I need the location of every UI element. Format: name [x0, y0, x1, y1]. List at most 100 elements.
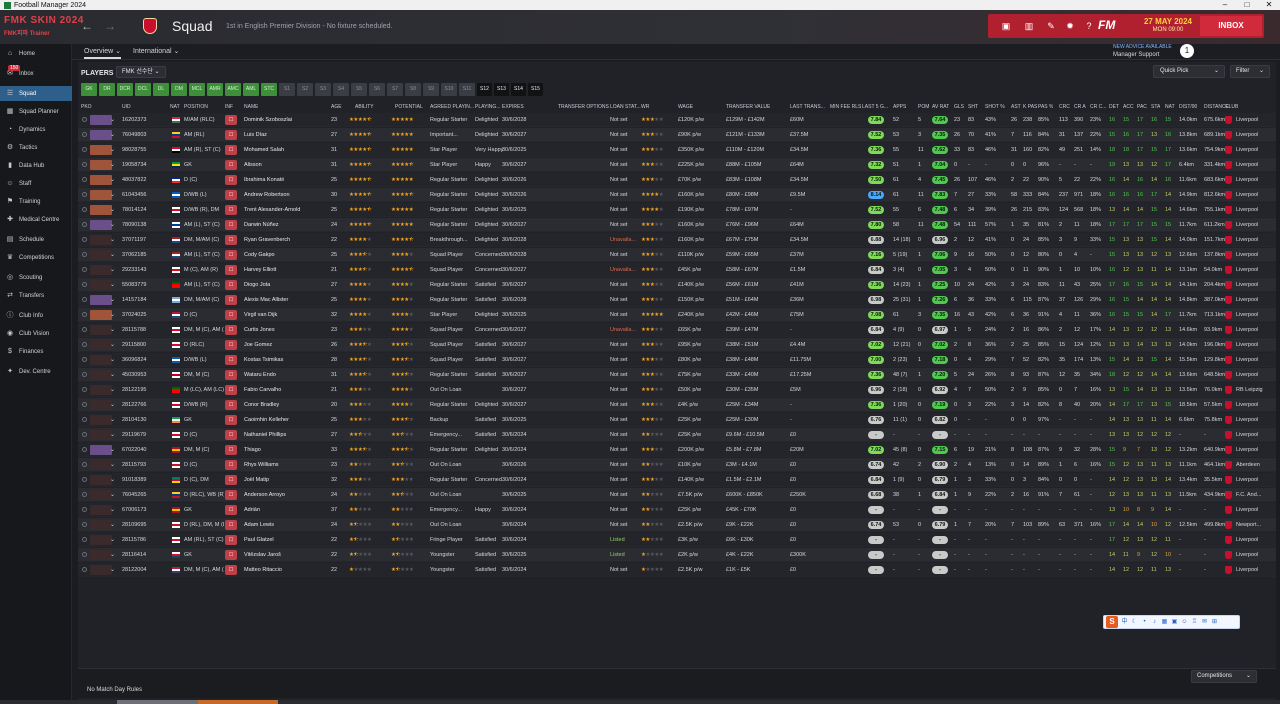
- pko-role-badge[interactable]: [90, 385, 112, 395]
- cell-name[interactable]: Luis Díaz: [244, 132, 330, 140]
- column-header-expires[interactable]: EXPIRES: [502, 104, 524, 110]
- chevron-down-icon[interactable]: ⌄: [110, 491, 115, 498]
- column-header-last-trans[interactable]: LAST TRANS...: [790, 104, 825, 110]
- pko-role-badge[interactable]: [90, 490, 112, 500]
- cell-name[interactable]: Ryan Gravenberch: [244, 237, 330, 245]
- sidebar-item-home[interactable]: ⌂ Home: [0, 46, 72, 61]
- chevron-down-icon[interactable]: ⌄: [110, 191, 115, 198]
- column-header-transfer-options[interactable]: TRANSFER OPTIONS: [558, 104, 609, 110]
- select-row-radio[interactable]: [82, 357, 87, 362]
- chevron-down-icon[interactable]: ⌄: [110, 326, 115, 333]
- sidebar-item-training[interactable]: ⚑ Training: [0, 194, 72, 209]
- info-icon[interactable]: ☐: [225, 565, 237, 575]
- position-chip-s1[interactable]: S1: [279, 83, 295, 96]
- pko-role-badge[interactable]: [90, 445, 112, 455]
- chevron-down-icon[interactable]: ⌄: [110, 416, 115, 423]
- cell-name[interactable]: Nathaniel Phillips: [244, 432, 330, 440]
- filter-button[interactable]: Filter ⌄: [1230, 65, 1270, 78]
- position-chip-aml[interactable]: AML: [243, 83, 259, 96]
- position-chip-s9[interactable]: S9: [423, 83, 439, 96]
- cell-name[interactable]: Joël Matip: [244, 477, 330, 485]
- close-window-button[interactable]: ✕: [1258, 0, 1280, 10]
- table-row[interactable]: ⌄☐28115788DM, M (C), AM (C)Curtis Jones2…: [78, 323, 1276, 337]
- column-header-cr-a[interactable]: CR A: [1074, 104, 1086, 110]
- position-chip-dcl[interactable]: DCL: [135, 83, 151, 96]
- table-row[interactable]: ⌄ ☐ 61043456 D/WB (L) Andrew Robertson 30 ★★★★…: [78, 188, 1276, 202]
- cell-name[interactable]: Adam Lewis: [244, 522, 330, 530]
- table-row[interactable]: ⌄ ☐ 29233143 M (C), AM (R) Harvey Elliott 21 ★…: [78, 263, 1276, 277]
- cell-name[interactable]: Diogo Jota: [244, 282, 330, 290]
- sidebar-item-staff[interactable]: ☺ Staff: [0, 176, 72, 191]
- column-header-wr[interactable]: WR: [641, 104, 649, 110]
- column-header-acc[interactable]: ACC: [1123, 104, 1134, 110]
- table-row[interactable]: ⌄ ☐ 98028755 AM (R), ST (C) Mohamed Salah 31 ★…: [78, 143, 1276, 157]
- cell-name[interactable]: Vitězslav Jaroš: [244, 552, 330, 560]
- cell-name[interactable]: Andrew Robertson: [244, 192, 330, 200]
- position-chip-s13[interactable]: S13: [494, 83, 509, 96]
- chevron-down-icon[interactable]: ⌄: [110, 506, 115, 513]
- select-row-radio[interactable]: [82, 207, 87, 212]
- column-header-position[interactable]: POSITION: [184, 104, 208, 110]
- info-icon[interactable]: ☐: [225, 205, 237, 215]
- position-chip-amr[interactable]: AMR: [207, 83, 223, 96]
- forward-arrow-icon[interactable]: →: [103, 19, 117, 33]
- column-header-nat[interactable]: NAT: [170, 104, 180, 110]
- select-row-radio[interactable]: [82, 192, 87, 197]
- calendar-icon[interactable]: ▣: [1000, 20, 1012, 32]
- sidebar-item-medical-centre[interactable]: ✚ Medical Centre: [0, 212, 72, 227]
- info-icon[interactable]: ☐: [225, 310, 237, 320]
- layout-icon[interactable]: ▥: [1023, 20, 1035, 32]
- cell-name[interactable]: Mohamed Salah: [244, 147, 330, 155]
- person-icon[interactable]: ☺: [1181, 619, 1188, 626]
- column-header-crc[interactable]: CRC: [1059, 104, 1070, 110]
- cell-name[interactable]: Darwin Núñez: [244, 222, 330, 230]
- pko-role-badge[interactable]: [90, 295, 112, 305]
- info-icon[interactable]: ☐: [225, 130, 237, 140]
- info-icon[interactable]: ☐: [225, 430, 237, 440]
- mic-icon[interactable]: ♪: [1151, 619, 1158, 626]
- pko-role-badge[interactable]: [90, 550, 112, 560]
- position-chip-s3[interactable]: S3: [315, 83, 331, 96]
- pko-role-badge[interactable]: [90, 235, 112, 245]
- inbox-continue-button[interactable]: INBOX: [1200, 16, 1262, 36]
- select-row-radio[interactable]: [82, 402, 87, 407]
- chevron-down-icon[interactable]: ⌄: [110, 206, 115, 213]
- column-header-club[interactable]: CLUB: [1225, 104, 1238, 110]
- keyboard-icon[interactable]: ▦: [1161, 619, 1168, 626]
- pko-role-badge[interactable]: [90, 130, 112, 140]
- table-row[interactable]: ⌄ ☐ 37062185 AM (L), ST (C) Cody Gakpo 25 ★★★⯪…: [78, 248, 1276, 262]
- manager-support-link[interactable]: Manager Support: [1113, 52, 1159, 58]
- column-header-sht[interactable]: SHT: [968, 104, 978, 110]
- cell-name[interactable]: Alexis Mac Allister: [244, 297, 330, 305]
- column-header-pas[interactable]: PAS %: [1038, 104, 1053, 110]
- position-chip-s6[interactable]: S6: [369, 83, 385, 96]
- chevron-down-icon[interactable]: ⌄: [110, 386, 115, 393]
- position-chip-s15[interactable]: S15: [528, 83, 543, 96]
- column-header-last-5-g[interactable]: LAST 5 G...: [862, 104, 888, 110]
- sidebar-item-finances[interactable]: $ Finances: [0, 344, 72, 359]
- select-row-radio[interactable]: [82, 477, 87, 482]
- info-icon[interactable]: ☐: [225, 370, 237, 380]
- info-icon[interactable]: ☐: [225, 535, 237, 545]
- position-chip-s4[interactable]: S4: [333, 83, 349, 96]
- sidebar-item-transfers[interactable]: ⇄ Transfers: [0, 288, 72, 303]
- column-header-shot[interactable]: SHOT %: [985, 104, 1005, 110]
- chevron-down-icon[interactable]: ⌄: [110, 356, 115, 363]
- shirt-icon[interactable]: ♖: [1191, 619, 1198, 626]
- pko-role-badge[interactable]: [90, 370, 112, 380]
- position-chip-mcl[interactable]: MCL: [189, 83, 205, 96]
- manager-avatar[interactable]: 1: [1180, 44, 1194, 58]
- pko-role-badge[interactable]: [90, 565, 112, 575]
- pko-role-badge[interactable]: [90, 175, 112, 185]
- info-icon[interactable]: ☐: [225, 400, 237, 410]
- column-header-transfer-value[interactable]: TRANSFER VALUE: [726, 104, 770, 110]
- column-header-cr-c[interactable]: CR C...: [1090, 104, 1106, 110]
- select-row-radio[interactable]: [82, 297, 87, 302]
- info-icon[interactable]: ☐: [225, 115, 237, 125]
- column-header-av-rat[interactable]: AV RAT: [932, 104, 949, 110]
- select-row-radio[interactable]: [82, 267, 87, 272]
- info-icon[interactable]: ☐: [225, 145, 237, 155]
- pko-role-badge[interactable]: [90, 535, 112, 545]
- table-row[interactable]: ⌄ ☐ 76045265 D (RLC), WB (R) Anderson Arroyo…: [78, 488, 1276, 502]
- sidebar-item-squad-planner[interactable]: ▦ Squad Planner: [0, 104, 72, 119]
